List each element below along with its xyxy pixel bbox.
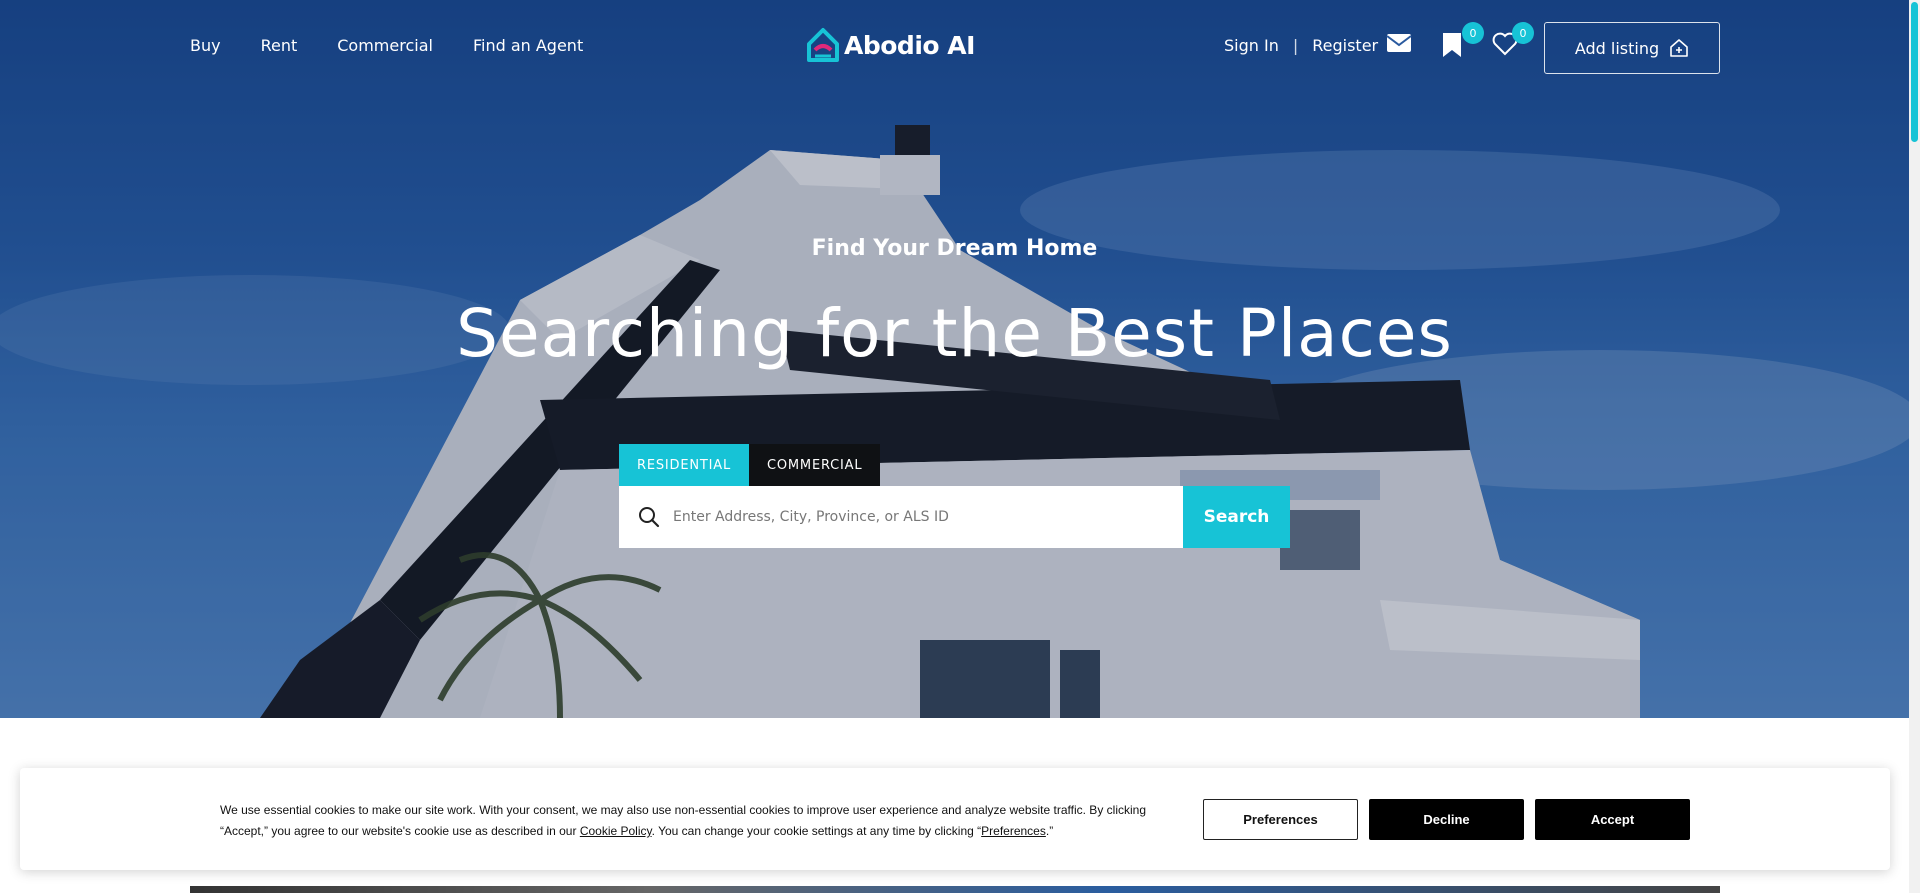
logo[interactable]: Abodio AI xyxy=(806,26,975,64)
search-tabs: RESIDENTIAL COMMERCIAL xyxy=(619,444,881,486)
add-listing-label: Add listing xyxy=(1574,38,1660,58)
preferences-button[interactable]: Preferences xyxy=(1203,799,1358,840)
mail-button[interactable] xyxy=(1386,32,1414,60)
tab-commercial[interactable]: COMMERCIAL xyxy=(749,444,881,486)
nav-links: Buy Rent Commercial Find an Agent xyxy=(190,36,583,55)
search-input[interactable] xyxy=(673,509,1173,525)
page-scrollbar[interactable] xyxy=(1909,0,1920,893)
logo-house-icon xyxy=(807,28,839,62)
top-nav: Buy Rent Commercial Find an Agent Abodio… xyxy=(0,0,1909,96)
accept-button[interactable]: Accept xyxy=(1535,799,1690,840)
hero-eyebrow: Find Your Dream Home xyxy=(811,236,1098,261)
content-preview-strip xyxy=(190,886,1720,893)
decline-button[interactable]: Decline xyxy=(1369,799,1524,840)
mail-icon xyxy=(1386,34,1412,52)
house-plus-icon xyxy=(1670,39,1688,57)
nav-link-commercial[interactable]: Commercial xyxy=(337,36,433,55)
sign-in-link[interactable]: Sign In xyxy=(1224,36,1279,55)
favorites-button[interactable]: 0 xyxy=(1492,22,1534,60)
search-button[interactable]: Search xyxy=(1183,486,1290,548)
cookie-policy-link[interactable]: Cookie Policy xyxy=(580,824,652,838)
hero-headline: Searching for the Best Places xyxy=(456,295,1453,372)
cookie-message: We use essential cookies to make our sit… xyxy=(220,800,1180,842)
auth-separator: | xyxy=(1292,36,1299,55)
tab-residential[interactable]: RESIDENTIAL xyxy=(619,444,749,486)
nav-link-rent[interactable]: Rent xyxy=(261,36,298,55)
favorites-count-badge: 0 xyxy=(1512,22,1534,44)
saved-count-badge: 0 xyxy=(1462,22,1484,44)
saved-button[interactable]: 0 xyxy=(1442,22,1484,60)
register-link[interactable]: Register xyxy=(1312,36,1378,55)
cookie-banner: We use essential cookies to make our sit… xyxy=(20,768,1890,870)
nav-link-find-agent[interactable]: Find an Agent xyxy=(473,36,583,55)
cookie-text-part-3: .” xyxy=(1045,824,1054,838)
bookmark-icon xyxy=(1443,33,1461,57)
auth-links: Sign In | Register xyxy=(1224,36,1378,55)
logo-text: Abodio AI xyxy=(844,30,975,60)
nav-link-buy[interactable]: Buy xyxy=(190,36,221,55)
add-listing-button[interactable]: Add listing xyxy=(1544,22,1720,74)
cookie-text-part-2: . You can change your cookie settings at… xyxy=(651,824,982,838)
preferences-link[interactable]: Preferences xyxy=(981,824,1046,838)
scrollbar-thumb[interactable] xyxy=(1911,2,1918,142)
search-icon xyxy=(639,507,660,528)
page: Buy Rent Commercial Find an Agent Abodio… xyxy=(0,0,1920,893)
search-box xyxy=(619,486,1183,548)
